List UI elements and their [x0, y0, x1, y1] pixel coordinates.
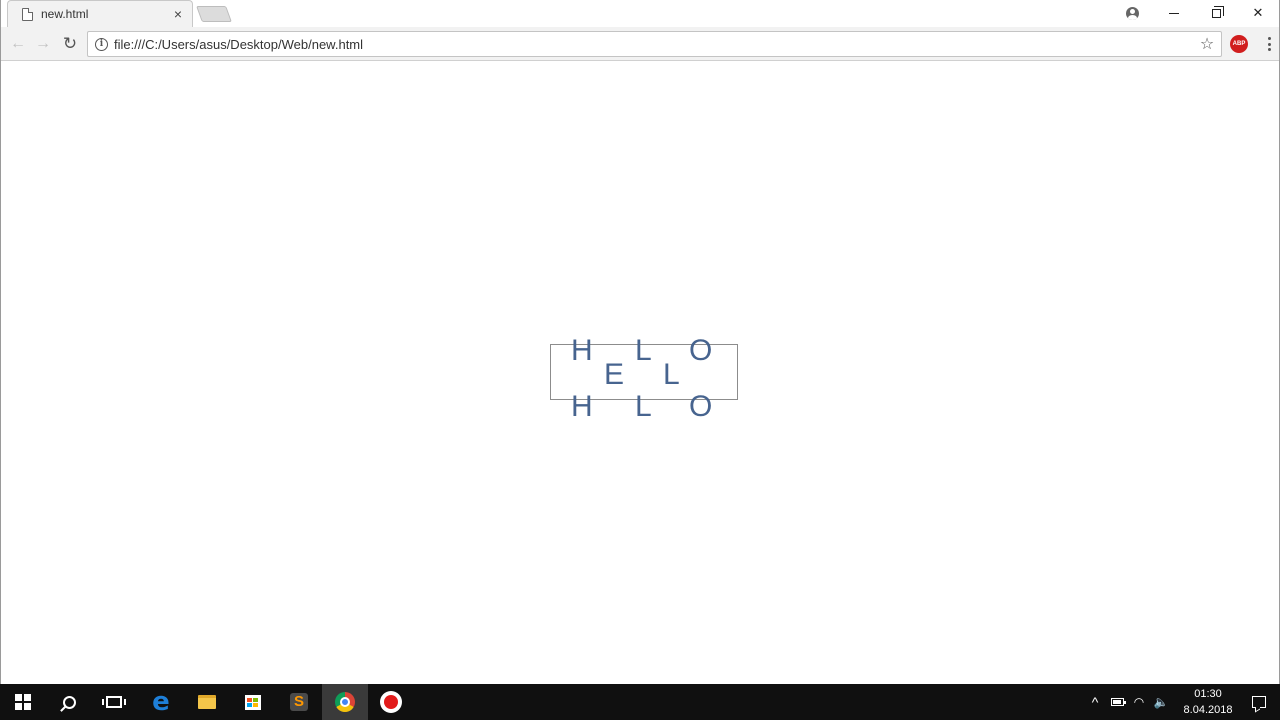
sublime-text-button[interactable]: S — [276, 684, 322, 720]
browser-window: new.html × ✕ ← → ↻ i file:///C:/Users/as… — [0, 0, 1280, 684]
profile-icon — [1125, 6, 1139, 20]
letter-l-middle: L — [663, 358, 680, 391]
close-window-button[interactable]: ✕ — [1237, 1, 1279, 25]
back-button[interactable]: ← — [7, 33, 29, 55]
window-controls: ✕ — [1111, 0, 1279, 26]
letter-h-top: H — [571, 334, 593, 367]
forward-button[interactable]: → — [32, 33, 54, 55]
letter-l-top: L — [635, 334, 652, 367]
recorder-button[interactable] — [368, 684, 414, 720]
edge-icon: e — [152, 687, 170, 717]
clock[interactable]: 01:30 8.04.2018 — [1176, 686, 1240, 718]
search-icon — [62, 695, 76, 709]
edge-button[interactable]: e — [138, 684, 184, 720]
info-icon[interactable]: i — [95, 37, 108, 51]
taskbar: e S ^ ◠ 🔈 01:30 8.04.2018 — [0, 684, 1280, 720]
chrome-icon — [335, 692, 355, 712]
task-view-button[interactable] — [91, 684, 137, 720]
arrow-left-icon: ← — [10, 35, 26, 52]
chevron-up-icon[interactable]: ^ — [1084, 684, 1106, 720]
folder-icon — [198, 695, 216, 709]
file-explorer-button[interactable] — [184, 684, 230, 720]
reload-button[interactable]: ↻ — [59, 33, 81, 55]
chrome-button[interactable] — [322, 684, 368, 720]
restore-icon — [1211, 5, 1224, 18]
tab-new-html[interactable]: new.html × — [7, 0, 193, 27]
notification-icon[interactable] — [1252, 696, 1266, 708]
tab-strip: new.html × ✕ — [1, 0, 1279, 27]
adblock-plus-icon[interactable]: ABP — [1230, 35, 1248, 53]
reload-icon: ↻ — [62, 34, 78, 53]
address-bar[interactable]: i file:///C:/Users/asus/Desktop/Web/new.… — [87, 31, 1222, 57]
url-text[interactable]: file:///C:/Users/asus/Desktop/Web/new.ht… — [114, 37, 1195, 52]
maximize-button[interactable] — [1195, 1, 1237, 25]
page-icon — [22, 7, 33, 21]
wifi-icon[interactable]: ◠ — [1128, 684, 1150, 720]
battery-button[interactable] — [1106, 684, 1128, 720]
volume-icon[interactable]: 🔈 — [1150, 684, 1172, 720]
letter-h-bottom: H — [571, 390, 593, 423]
page-content: H L O E L H L O — [2, 62, 1278, 684]
menu-icon[interactable] — [1263, 35, 1275, 53]
clock-time: 01:30 — [1194, 688, 1222, 700]
browser-toolbar: ← → ↻ i file:///C:/Users/asus/Desktop/We… — [1, 27, 1279, 61]
profile-button[interactable] — [1111, 1, 1153, 25]
battery-icon — [1110, 698, 1126, 706]
tab-title: new.html — [41, 7, 89, 21]
start-button[interactable] — [0, 684, 46, 720]
close-icon: ✕ — [1252, 5, 1264, 20]
sublime-text-icon: S — [290, 693, 308, 711]
star-icon[interactable]: ☆ — [1195, 34, 1219, 54]
new-tab-button[interactable] — [196, 6, 232, 22]
close-icon[interactable]: × — [170, 6, 186, 22]
system-tray: ^ ◠ 🔈 01:30 8.04.2018 — [1084, 684, 1280, 720]
store-button[interactable] — [230, 684, 276, 720]
arrow-right-icon: → — [35, 35, 51, 52]
search-button[interactable] — [46, 684, 92, 720]
letter-o-top: O — [689, 334, 713, 367]
record-icon — [380, 691, 402, 713]
minimize-icon — [1169, 12, 1179, 14]
letter-o-bottom: O — [689, 390, 713, 423]
letter-l-bottom: L — [635, 390, 652, 423]
minimize-button[interactable] — [1153, 1, 1195, 25]
letter-e-middle: E — [604, 358, 625, 391]
windows-logo-icon — [15, 694, 31, 710]
clock-date: 8.04.2018 — [1183, 704, 1233, 716]
task-view-icon — [102, 696, 126, 708]
store-icon — [245, 694, 261, 710]
